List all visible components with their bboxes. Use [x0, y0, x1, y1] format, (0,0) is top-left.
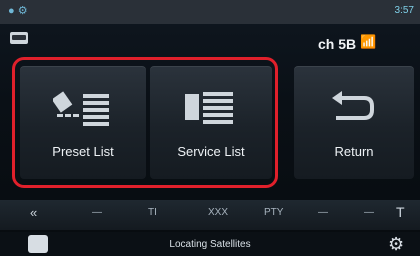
status-bar: ● ⚙ 3:57 — [0, 0, 420, 24]
pty-button[interactable]: PTY — [264, 207, 283, 218]
tuning-button[interactable]: XXX — [208, 207, 228, 218]
control-bar: « — TI XXX PTY — — T — [0, 200, 420, 230]
channel-label: ch 5B — [318, 36, 357, 52]
return-arrow-icon — [332, 91, 374, 120]
ti-button[interactable]: TI — [148, 207, 157, 218]
antenna-icon: 📶 — [360, 34, 377, 49]
source-icon[interactable] — [10, 32, 28, 44]
header: ch 5B 📶 — [0, 24, 420, 54]
service-list-button[interactable]: Service List — [150, 66, 272, 179]
service-list-label: Service List — [177, 144, 245, 159]
service-list-icon — [185, 92, 233, 124]
preset-list-icon — [53, 91, 109, 126]
tp-button[interactable]: T — [396, 204, 405, 220]
status-text: Locating Satellites — [169, 239, 251, 250]
return-button[interactable]: Return — [294, 66, 414, 179]
control-placeholder[interactable]: — — [318, 207, 328, 218]
prev-button[interactable]: « — [30, 205, 37, 220]
control-placeholder[interactable]: — — [92, 207, 102, 218]
control-placeholder[interactable]: — — [364, 207, 374, 218]
settings-icon[interactable]: ⚙ — [388, 234, 404, 255]
preset-list-button[interactable]: Preset List — [20, 66, 146, 179]
clock: 3:57 — [394, 5, 414, 16]
footer-bar: Locating Satellites ⚙ — [0, 232, 420, 256]
head-unit-screen: ● ⚙ 3:57 ch 5B 📶 Preset List Service Lis… — [0, 0, 420, 256]
preset-list-label: Preset List — [52, 144, 114, 159]
return-label: Return — [334, 144, 374, 159]
status-icons: ● ⚙ — [8, 5, 28, 17]
